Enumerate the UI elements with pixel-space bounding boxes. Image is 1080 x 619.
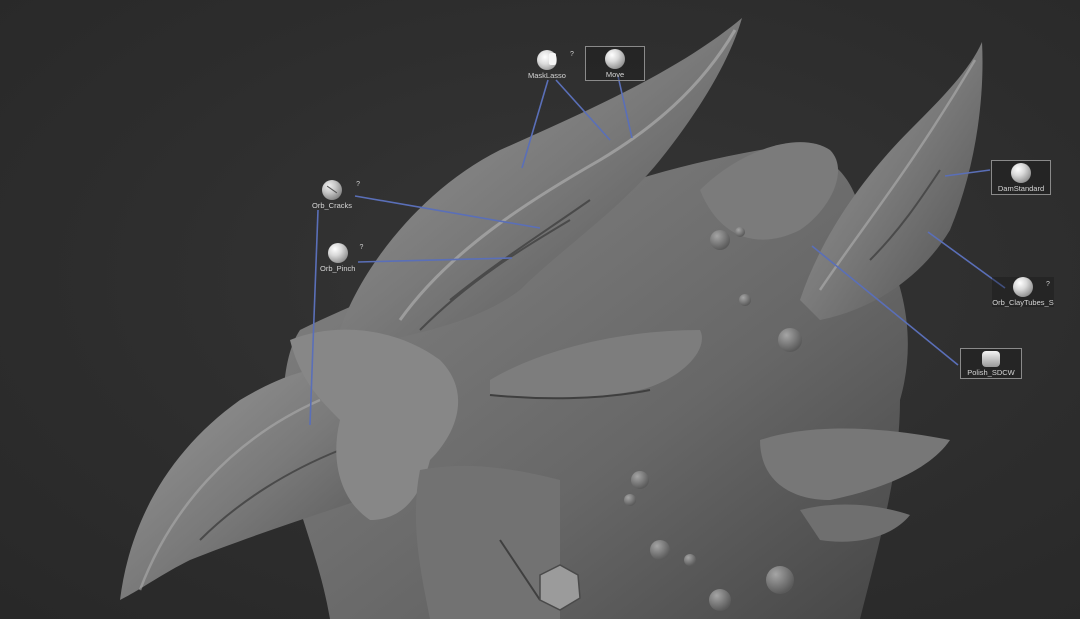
orb-cracks-icon — [322, 180, 342, 200]
dam-standard-icon — [1011, 163, 1031, 183]
help-marker: ? — [570, 51, 574, 58]
brush-move[interactable]: Move — [585, 46, 645, 81]
help-marker: ? — [359, 244, 364, 251]
brush-label: Orb_ClayTubes_S — [992, 298, 1054, 307]
zbrush-viewport[interactable]: MaskLasso ? Move Orb_Cracks ? Orb_Pinch … — [0, 0, 1080, 619]
polish-brush-icon — [982, 351, 1000, 367]
brush-label: DamStandard — [997, 184, 1045, 193]
brush-label: Orb_Cracks — [312, 201, 353, 210]
orb-pinch-icon — [327, 243, 348, 263]
brush-polish[interactable]: Polish_SDCW — [960, 348, 1022, 379]
orb-claytubes-icon — [1013, 277, 1033, 297]
brush-label: Move — [605, 70, 625, 79]
brush-damstandard[interactable]: DamStandard — [991, 160, 1051, 195]
help-marker: ? — [1046, 281, 1050, 288]
brush-label: MaskLasso — [528, 71, 566, 80]
brush-label: Polish_SDCW — [967, 368, 1015, 377]
sculpt-model — [120, 18, 1006, 619]
brush-orb-pinch[interactable]: Orb_Pinch ? — [320, 243, 363, 273]
brush-orb-claytubes[interactable]: Orb_ClayTubes_S — [992, 277, 1054, 307]
help-marker: ? — [356, 181, 361, 188]
move-brush-icon — [605, 49, 625, 69]
mask-lasso-icon — [536, 50, 557, 70]
brush-label: Orb_Pinch — [320, 264, 356, 273]
brush-masklasso[interactable]: MaskLasso ? — [528, 50, 574, 80]
brush-orb-cracks[interactable]: Orb_Cracks ? — [312, 180, 360, 210]
